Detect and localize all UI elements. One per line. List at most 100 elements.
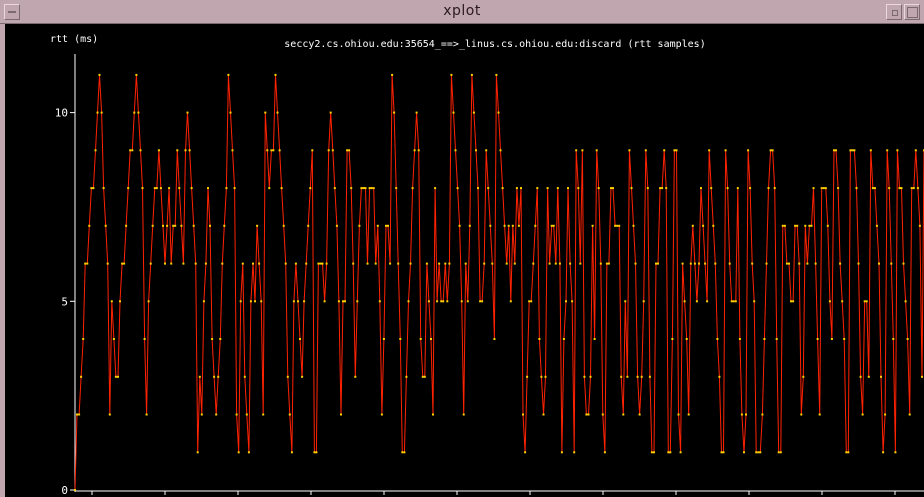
- rtt-sample-point: [878, 262, 880, 265]
- rtt-sample-point: [542, 413, 545, 416]
- rtt-sample-point: [644, 149, 647, 152]
- rtt-sample-point: [475, 149, 477, 152]
- rtt-sample-point: [554, 262, 557, 265]
- rtt-sample-point: [528, 300, 531, 303]
- rtt-sample-point: [562, 338, 565, 340]
- rtt-sample-point: [360, 187, 363, 190]
- rtt-sample-point: [96, 111, 99, 114]
- rtt-sample-point: [896, 149, 899, 152]
- rtt-sample-point: [814, 262, 817, 265]
- title-bar[interactable]: xplot: [0, 0, 924, 24]
- rtt-sample-point: [640, 375, 643, 378]
- rtt-sample-point: [121, 262, 124, 265]
- rtt-sample-point: [790, 300, 792, 303]
- rtt-sample-point: [634, 262, 637, 265]
- rtt-sample-point: [806, 262, 809, 265]
- rtt-sample-point: [108, 413, 111, 416]
- rtt-sample-point: [646, 187, 649, 190]
- rtt-sample-point: [303, 300, 306, 303]
- rtt-sample-point: [440, 300, 443, 303]
- rtt-sample-point: [820, 187, 823, 190]
- rtt-sample-point: [260, 300, 263, 303]
- rtt-sample-point: [585, 413, 588, 416]
- rtt-sample-point: [622, 413, 625, 416]
- rtt-sample-point: [427, 300, 430, 303]
- rtt-sample-point: [908, 413, 911, 416]
- rtt-sample-point: [781, 224, 784, 227]
- rtt-sample-point: [522, 413, 524, 416]
- rtt-sample-point: [352, 262, 355, 265]
- rtt-sample-point: [378, 300, 381, 303]
- rtt-sample-point: [239, 300, 242, 303]
- rtt-sample-point: [655, 262, 657, 265]
- rtt-sample-point: [364, 187, 367, 190]
- rtt-sample-point: [632, 224, 635, 227]
- rtt-sample-point: [141, 187, 144, 190]
- rtt-sample-point: [288, 413, 291, 416]
- rtt-sample-point: [182, 262, 185, 265]
- rtt-sample-point: [405, 375, 408, 378]
- rtt-sample-point: [691, 224, 694, 227]
- rtt-sample-point: [454, 149, 457, 152]
- rtt-sample-point: [583, 375, 586, 378]
- rtt-sample-point: [736, 187, 739, 190]
- rtt-sample-point: [524, 451, 527, 454]
- rtt-sample-point: [599, 262, 602, 265]
- rtt-sample-point: [540, 375, 543, 378]
- rtt-sample-point: [98, 73, 101, 76]
- rtt-sample-point: [245, 413, 248, 416]
- rtt-sample-point: [659, 187, 662, 190]
- rtt-sample-point: [816, 338, 819, 340]
- rtt-sample-point: [479, 300, 482, 303]
- rtt-series: [74, 73, 924, 491]
- xplot-window: xplot seccy2.cs.ohiou.edu:35654_==>_linu…: [0, 0, 924, 497]
- rtt-sample-point: [190, 187, 193, 190]
- rtt-sample-point: [149, 262, 152, 265]
- rtt-sample-point: [178, 187, 181, 190]
- minimize-button[interactable]: [886, 4, 902, 20]
- rtt-sample-point: [204, 262, 207, 265]
- y-tick-label: 0: [61, 484, 68, 497]
- rtt-sample-point: [761, 413, 764, 416]
- rtt-sample-point: [900, 187, 903, 190]
- rtt-sample-point: [802, 375, 805, 378]
- rtt-sample-point: [863, 300, 866, 303]
- rtt-sample-point: [266, 149, 269, 152]
- rtt-sample-point: [380, 413, 383, 416]
- rtt-sample-point: [470, 73, 473, 76]
- rtt-sample-point: [822, 187, 825, 190]
- rtt-sample-point: [372, 187, 375, 190]
- rtt-sample-point: [243, 375, 246, 378]
- rtt-sample-point: [743, 451, 745, 454]
- rtt-sample-point: [188, 149, 191, 152]
- rtt-sample-point: [348, 149, 351, 152]
- rtt-sample-point: [503, 224, 506, 227]
- rtt-sample-point: [127, 187, 130, 190]
- rtt-sample-point: [845, 451, 848, 454]
- rtt-sample-point: [763, 338, 766, 340]
- rtt-sample-point: [213, 375, 216, 378]
- rtt-sample-point: [450, 73, 453, 76]
- maximize-button[interactable]: [904, 4, 920, 20]
- rtt-sample-point: [532, 262, 535, 265]
- rtt-sample-point: [227, 73, 230, 76]
- rtt-sample-point: [591, 224, 594, 227]
- rtt-sample-point: [724, 149, 727, 152]
- rtt-sample-point: [198, 375, 201, 378]
- rtt-plot-canvas[interactable]: seccy2.cs.ohiou.edu:35654_==>_linus.cs.o…: [0, 24, 924, 497]
- rtt-sample-point: [286, 375, 289, 378]
- rtt-sample-point: [626, 375, 629, 378]
- rtt-sample-point: [607, 262, 610, 265]
- rtt-sample-point: [114, 375, 117, 378]
- rtt-sample-point: [231, 149, 234, 152]
- rtt-sample-point: [671, 338, 674, 340]
- rtt-sample-point: [340, 413, 342, 416]
- rtt-sample-point: [84, 262, 87, 265]
- rtt-sample-point: [833, 149, 835, 152]
- rtt-sample-point: [775, 338, 778, 340]
- rtt-sample-point: [202, 300, 205, 303]
- rtt-sample-point: [438, 262, 441, 265]
- rtt-sample-point: [123, 262, 126, 265]
- rtt-sample-point: [110, 300, 113, 303]
- rtt-sample-point: [491, 262, 494, 265]
